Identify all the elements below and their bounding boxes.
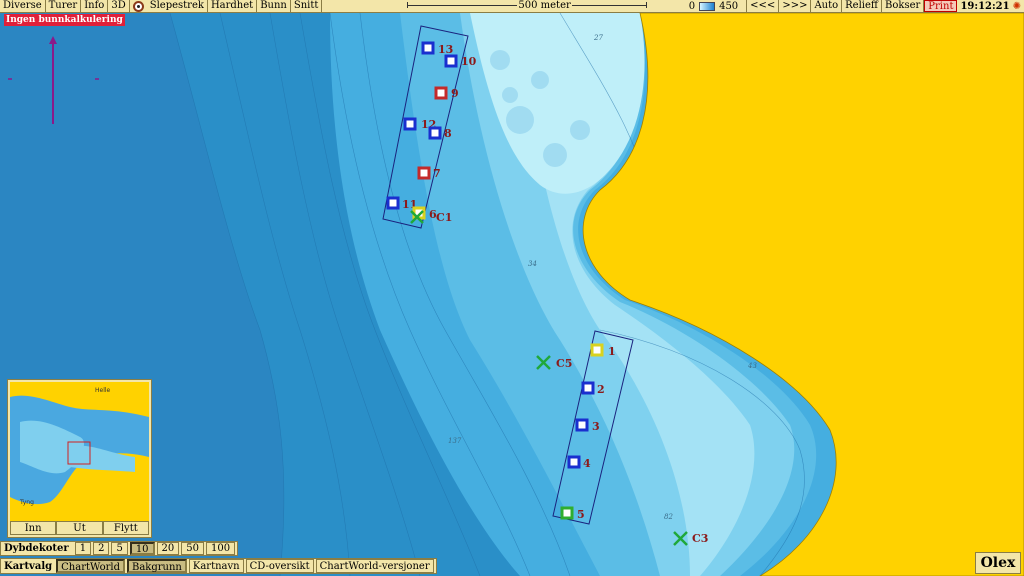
- chart-names-button[interactable]: Kartnavn: [188, 559, 244, 573]
- svg-text:2: 2: [597, 383, 605, 396]
- svg-text:7: 7: [433, 167, 441, 180]
- overview-map[interactable]: Helle Tyng Inn Ut Flytt: [7, 379, 152, 538]
- chart-map[interactable]: 27 34 43 137 82 13 10 9 12 8 7 11 6 1 2 …: [0, 0, 1024, 576]
- menu-turer[interactable]: Turer: [46, 0, 82, 12]
- svg-text:9: 9: [451, 87, 459, 100]
- top-toolbar: Diverse Turer Info 3D Slepestrek Hardhet…: [0, 0, 1024, 13]
- chart-select-label: Kartvalg: [4, 560, 53, 572]
- station-4[interactable]: 4: [567, 455, 591, 470]
- menu-info[interactable]: Info: [81, 0, 109, 12]
- bokser-button[interactable]: Bokser: [882, 0, 925, 12]
- depth-gradient-icon[interactable]: [699, 1, 716, 11]
- menu-bunn[interactable]: Bunn: [257, 0, 291, 12]
- depth-contours-bar: Dybdekoter 1 2 5 10 20 50 100: [0, 541, 239, 556]
- depth-label: 82: [664, 513, 673, 521]
- depth-max: 450: [719, 0, 739, 12]
- zoom-in-button[interactable]: Inn: [10, 521, 57, 535]
- sun-icon[interactable]: ✺: [1013, 1, 1024, 12]
- nav-next-button[interactable]: >>>: [779, 0, 812, 12]
- zoom-out-button[interactable]: Ut: [56, 521, 103, 535]
- station-5[interactable]: 5: [560, 506, 585, 521]
- depth-label: 34: [528, 260, 537, 268]
- auto-button[interactable]: Auto: [811, 0, 843, 12]
- olex-logo[interactable]: Olex: [975, 552, 1021, 574]
- station-13[interactable]: 13: [421, 41, 453, 56]
- station-8[interactable]: 8: [428, 126, 452, 140]
- overview-map-canvas[interactable]: Helle Tyng: [10, 382, 149, 522]
- inset-label-helle: Helle: [95, 387, 111, 394]
- svg-text:13: 13: [438, 43, 453, 56]
- overview-map-controls: Inn Ut Flytt: [10, 521, 149, 535]
- contour-option[interactable]: 5: [111, 542, 128, 555]
- station-7[interactable]: 7: [417, 166, 441, 180]
- chartworld-button[interactable]: ChartWorld: [56, 559, 125, 573]
- scale-bar-area: 500 meter: [322, 0, 686, 12]
- svg-text:3: 3: [592, 420, 600, 433]
- inset-label-tyng: Tyng: [19, 499, 34, 506]
- svg-text:C3: C3: [692, 532, 708, 545]
- scale-label: 500 meter: [517, 0, 572, 12]
- alert-badge: Ingen bunnkalkulering: [4, 14, 125, 26]
- chart-select-bar: Kartvalg ChartWorld Bakgrunn Kartnavn CD…: [0, 558, 437, 574]
- depth-label: 27: [593, 34, 603, 42]
- depth-min: 0: [688, 0, 696, 12]
- relieff-button[interactable]: Relieff: [842, 0, 883, 12]
- station-9[interactable]: 9: [434, 86, 459, 100]
- nav-prev-button[interactable]: <<<: [746, 0, 780, 12]
- menu-hardhet[interactable]: Hardhet: [208, 0, 258, 12]
- depth-label: 137: [448, 437, 462, 445]
- contour-option[interactable]: 2: [93, 542, 110, 555]
- contour-option-selected[interactable]: 10: [129, 542, 155, 555]
- svg-text:8: 8: [444, 127, 452, 140]
- svg-text:1: 1: [608, 345, 616, 358]
- contour-option[interactable]: 1: [74, 542, 92, 555]
- depth-contours-label: Dybdekoter: [4, 543, 69, 554]
- svg-text:10: 10: [461, 55, 477, 68]
- target-icon[interactable]: [132, 0, 144, 12]
- station-3[interactable]: 3: [575, 418, 600, 433]
- station-10[interactable]: 10: [444, 54, 477, 68]
- print-button[interactable]: Print: [924, 0, 958, 12]
- menu-3d[interactable]: 3D: [108, 0, 130, 12]
- menu-diverse[interactable]: Diverse: [0, 0, 46, 12]
- svg-text:C5: C5: [556, 357, 572, 370]
- chartworld-versions-button[interactable]: ChartWorld-versjoner: [315, 559, 434, 573]
- contour-option[interactable]: 50: [181, 542, 205, 555]
- menu-snitt[interactable]: Snitt: [291, 0, 323, 12]
- svg-text:5: 5: [577, 508, 585, 521]
- contour-option[interactable]: 100: [206, 542, 236, 555]
- clock: 19:12:21: [960, 0, 1010, 12]
- svg-text:4: 4: [583, 457, 591, 470]
- station-2[interactable]: 2: [581, 381, 605, 396]
- svg-text:C1: C1: [436, 211, 452, 224]
- cd-overview-button[interactable]: CD-oversikt: [245, 559, 314, 573]
- contour-option[interactable]: 20: [156, 542, 180, 555]
- move-button[interactable]: Flytt: [102, 521, 149, 535]
- depth-label: 43: [747, 362, 757, 370]
- menu-slepestrek[interactable]: Slepestrek: [147, 0, 208, 12]
- background-button[interactable]: Bakgrunn: [127, 559, 187, 573]
